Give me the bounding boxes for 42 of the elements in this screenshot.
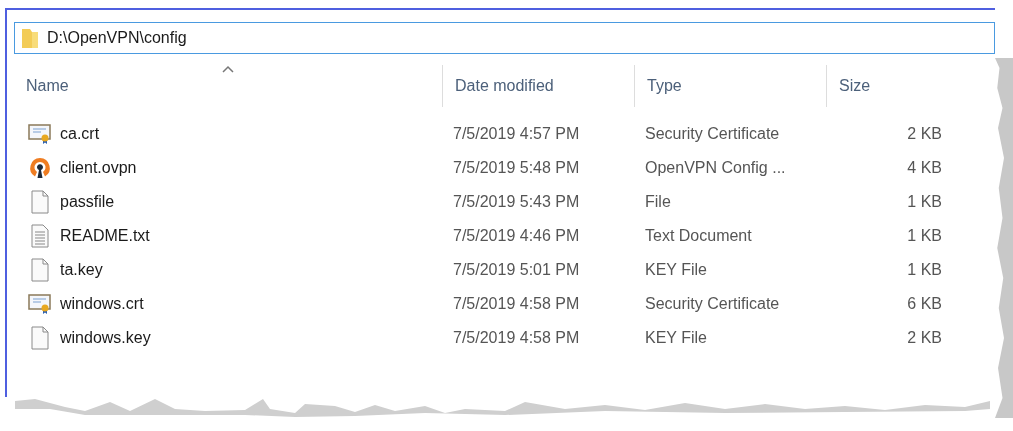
size-cell-text: 6 KB	[906, 294, 942, 314]
size-cell-text: 2 KB	[906, 328, 942, 348]
date-cell-text: 7/5/2019 4:57 PM	[452, 124, 581, 144]
file-name[interactable]: ta.key	[60, 258, 103, 282]
date-cell-text: 7/5/2019 5:01 PM	[452, 260, 581, 280]
type-cell-text: Security Certificate	[644, 294, 781, 314]
column-header[interactable]: Type	[634, 65, 826, 107]
column-header[interactable]: Date modified	[442, 65, 634, 107]
type-cell-text: OpenVPN Config ...	[644, 158, 787, 178]
type-cell-text: KEY File	[644, 260, 708, 280]
date-cell-text: 7/5/2019 4:58 PM	[452, 328, 581, 348]
date-cell-text: 7/5/2019 5:43 PM	[452, 192, 581, 212]
size-cell-text: 1 KB	[906, 226, 942, 246]
file-name[interactable]: README.txt	[60, 224, 150, 248]
type-cell-text: Security Certificate	[644, 124, 781, 144]
type-cell-text: File	[644, 192, 672, 212]
text-document-icon	[30, 224, 50, 248]
file-name[interactable]: passfile	[60, 190, 115, 214]
folder-path: D:\OpenVPN\config	[47, 28, 187, 48]
certificate-icon	[28, 123, 52, 145]
size-cell-text: 4 KB	[906, 158, 942, 178]
type-cell-text: Text Document	[644, 226, 753, 246]
blank-file-icon	[30, 258, 50, 282]
size-cell-text: 1 KB	[906, 192, 942, 212]
type-cell-text: KEY File	[644, 328, 708, 348]
blank-file-icon	[30, 326, 50, 350]
date-cell-text: 7/5/2019 4:58 PM	[452, 294, 581, 314]
size-cell-text: 1 KB	[906, 260, 942, 280]
size-cell-text: 2 KB	[906, 124, 942, 144]
folder-icon	[21, 27, 39, 49]
sort-caret-icon	[222, 65, 234, 73]
column-header[interactable]: Size	[826, 65, 954, 107]
file-name[interactable]: windows.key	[60, 326, 151, 350]
address-bar[interactable]: D:\OpenVPN\config	[14, 22, 995, 54]
column-header[interactable]: Name	[14, 65, 442, 107]
date-cell-text: 7/5/2019 4:46 PM	[452, 226, 581, 246]
certificate-icon	[28, 293, 52, 315]
file-name[interactable]: windows.crt	[60, 292, 144, 316]
file-name[interactable]: client.ovpn	[60, 156, 137, 180]
file-name[interactable]: ca.crt	[60, 122, 100, 146]
date-cell-text: 7/5/2019 5:48 PM	[452, 158, 581, 178]
blank-file-icon	[30, 190, 50, 214]
